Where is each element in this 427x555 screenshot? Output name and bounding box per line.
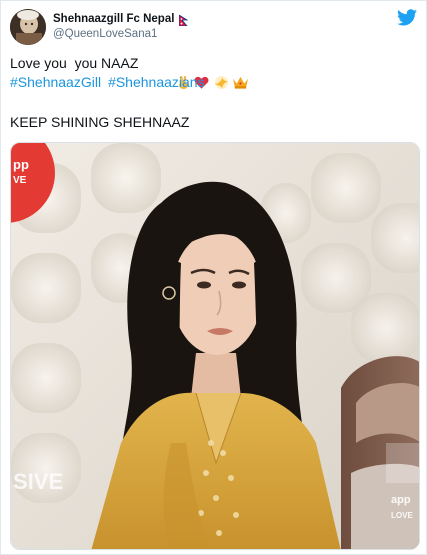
tweet-media-photo[interactable]: pp VE SIVE app LOVE [10, 142, 420, 550]
display-name[interactable]: Shehnaazgill Fc Nepal [53, 12, 174, 27]
tweet-text-line1: Love you you NAAZ [10, 55, 139, 71]
twitter-bird-icon[interactable] [397, 9, 417, 26]
victory-hand-emoji [144, 56, 188, 90]
sparkle-emoji [182, 56, 228, 90]
tweet-text-line3: KEEP SHINING SHEHNAAZ [10, 114, 190, 130]
hashtag-link[interactable]: #ShehnaazGill [10, 73, 101, 92]
crown-emoji [200, 56, 248, 89]
author-handle[interactable]: @QueenLoveSana1 [53, 27, 188, 42]
overlay-watermark-right: LOVE [391, 511, 413, 520]
tweet-card[interactable]: Shehnaazgill Fc Nepal @QueenLoveSana1 Lo… [0, 0, 427, 555]
red-heart-emoji [162, 56, 208, 89]
tweet-header: Shehnaazgill Fc Nepal @QueenLoveSana1 [10, 7, 417, 47]
avatar[interactable] [10, 9, 46, 45]
tweet-line-1: Love you you NAAZ [10, 54, 417, 90]
overlay-watermark-left: SIVE [13, 469, 63, 494]
overlay-logo-text: VE [13, 175, 27, 186]
overlay-watermark-right: app [391, 494, 411, 506]
hashtag-link[interactable]: #Shehnaazians [108, 73, 205, 92]
overlay-logo-text: pp [13, 157, 29, 172]
author-names: Shehnaazgill Fc Nepal @QueenLoveSana1 [53, 12, 189, 42]
nepal-flag-icon [179, 14, 189, 27]
tweet-body: Love you you NAAZ #ShehnaazGill #Shehnaa… [10, 54, 417, 132]
tweet-line-3: KEEP SHINING SHEHNAAZ [10, 113, 417, 132]
